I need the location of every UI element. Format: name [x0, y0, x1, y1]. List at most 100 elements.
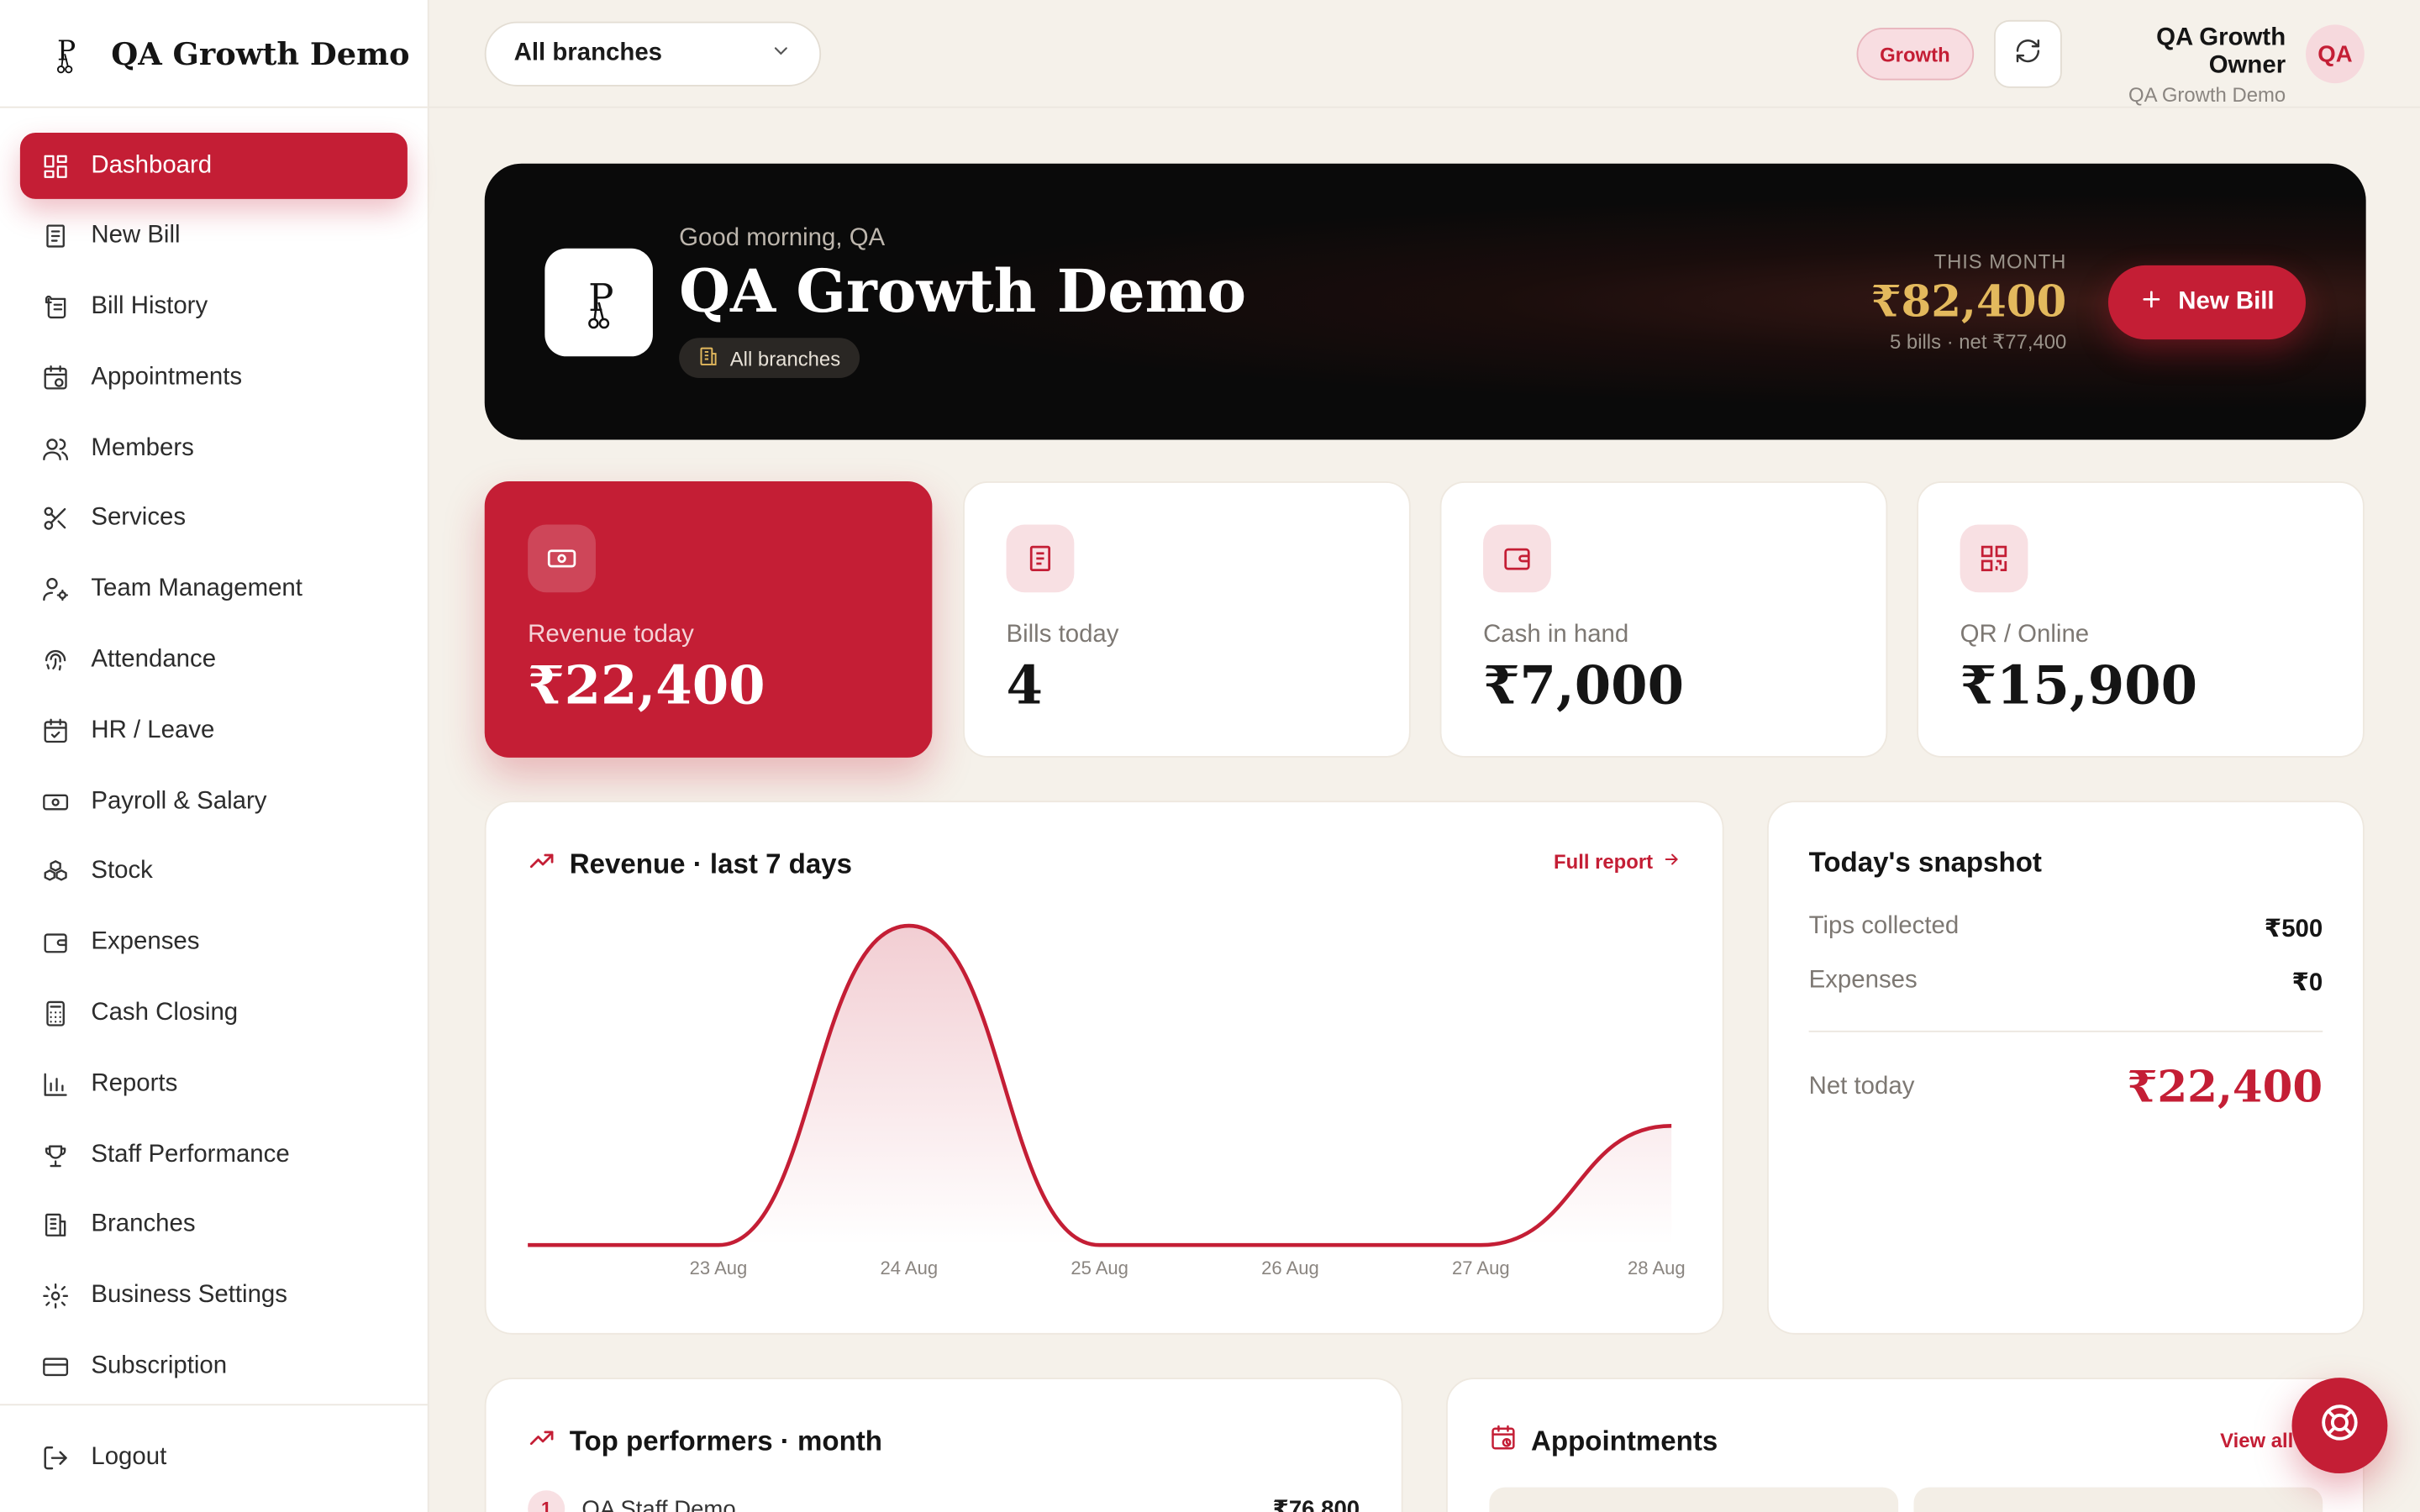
sidebar-item-team-management[interactable]: Team Management	[20, 557, 408, 623]
sidebar-item-new-bill[interactable]: New Bill	[20, 203, 408, 270]
revenue-title: Revenue · last 7 days	[569, 848, 853, 879]
revenue-point[interactable]	[518, 1236, 537, 1254]
users-icon	[42, 434, 70, 462]
sidebar-item-label: Services	[91, 505, 187, 532]
revenue-point[interactable]	[1471, 1236, 1490, 1254]
sidebar-item-dashboard[interactable]: Dashboard	[19, 132, 408, 199]
stat-revenue-today[interactable]: Revenue today ₹22,400	[484, 481, 933, 758]
help-button[interactable]	[2291, 1378, 2388, 1474]
branch-select[interactable]: All branches	[484, 21, 822, 87]
sidebar-item-services[interactable]: Services	[20, 486, 408, 553]
business-logo-icon: P	[544, 248, 653, 357]
scroll-icon	[42, 293, 70, 321]
branch-chip: All branches	[679, 338, 860, 378]
month-summary: THIS MONTH ₹82,400 5 bills · net ₹77,400	[1871, 250, 2067, 355]
stat-label: Revenue today	[528, 622, 694, 648]
calendar-clock-icon	[1489, 1424, 1517, 1459]
branch-chip-label: All branches	[729, 346, 841, 370]
sidebar-item-label: Payroll & Salary	[91, 787, 267, 815]
sidebar-item-label: Members	[91, 434, 194, 461]
snapshot-value: ₹500	[2264, 916, 2323, 943]
brand-name: QA Growth Demo	[111, 34, 410, 72]
appointments-title: Appointments	[1531, 1425, 1718, 1457]
avatar[interactable]: QA	[2306, 24, 2365, 84]
sidebar-item-bill-history[interactable]: Bill History	[20, 274, 408, 340]
stat-value: ₹22,400	[528, 655, 765, 718]
stat-cash-in-hand[interactable]: Cash in hand ₹7,000	[1439, 481, 1888, 758]
bar-chart-icon	[42, 1070, 70, 1098]
sidebar-item-expenses[interactable]: Expenses	[20, 910, 408, 976]
sidebar-item-members[interactable]: Members	[20, 415, 408, 481]
user-menu[interactable]: QA Growth Owner QA Growth Demo	[2081, 24, 2286, 106]
arrow-right-icon	[1662, 850, 1681, 874]
sidebar-item-cash-closing[interactable]: Cash Closing	[20, 980, 408, 1047]
wallet-icon	[1483, 524, 1551, 593]
month-amount: ₹82,400	[1870, 276, 2067, 328]
full-report-link[interactable]: Full report	[1554, 850, 1681, 874]
sidebar-item-appointments[interactable]: Appointments	[20, 344, 408, 411]
performer-name: QA Staff Demo	[581, 1495, 736, 1512]
hero-banner: P Good morning, QA QA Growth Demo All br…	[484, 163, 2366, 440]
view-all-link[interactable]: View all	[2220, 1429, 2293, 1452]
refresh-icon	[2014, 36, 2042, 71]
sidebar-item-label: HR / Leave	[91, 717, 215, 744]
fingerprint-icon	[42, 647, 70, 675]
sidebar-item-stock[interactable]: Stock	[20, 839, 408, 906]
sidebar-item-label: Bill History	[91, 293, 208, 320]
new-bill-label: New Bill	[2178, 288, 2275, 315]
divider	[1808, 1030, 2323, 1032]
sidebar-item-payroll-salary[interactable]: Payroll & Salary	[20, 769, 408, 835]
trending-up-icon	[528, 847, 555, 882]
sidebar-item-attendance[interactable]: Attendance	[20, 627, 408, 694]
wallet-icon	[42, 929, 70, 957]
sidebar-item-business-settings[interactable]: Business Settings	[20, 1263, 408, 1330]
dashboard-icon	[42, 152, 70, 180]
brand[interactable]: P QA Growth Demo	[0, 0, 428, 108]
new-bill-button[interactable]: New Bill	[2107, 265, 2307, 340]
x-tick-label: 26 Aug	[1261, 1257, 1319, 1278]
stat-value: ₹15,900	[1960, 655, 2198, 718]
banknote-icon	[42, 788, 70, 816]
performers-header: Top performers · month	[528, 1424, 882, 1459]
logout-section: Logout	[0, 1404, 428, 1512]
revenue-point[interactable]	[1662, 1116, 1681, 1135]
x-tick-label: 23 Aug	[690, 1257, 748, 1278]
snapshot-value: ₹0	[2291, 970, 2323, 997]
appointments-header: Appointments	[1489, 1424, 1718, 1459]
plan-badge[interactable]: Growth	[1856, 28, 1974, 81]
banknote-icon	[528, 524, 596, 593]
plus-icon	[2139, 286, 2164, 319]
revenue-point[interactable]	[709, 1236, 728, 1254]
logout-button[interactable]: Logout	[20, 1424, 408, 1490]
revenue-point[interactable]	[900, 916, 918, 935]
snapshot-row: Tips collected ₹500	[1809, 913, 2323, 944]
logout-label: Logout	[91, 1443, 167, 1470]
rank-badge: 1	[528, 1490, 566, 1512]
x-tick-label: 24 Aug	[881, 1257, 939, 1278]
user-org: QA Growth Demo	[2128, 83, 2286, 107]
appointment-tile[interactable]	[1489, 1487, 1899, 1512]
sidebar-item-reports[interactable]: Reports	[20, 1051, 408, 1117]
trending-up-icon	[528, 1424, 555, 1459]
performer-row[interactable]: 1 QA Staff Demo ₹76,800	[528, 1490, 1360, 1512]
revenue-header: Revenue · last 7 days	[528, 847, 852, 882]
user-cog-icon	[42, 576, 70, 604]
revenue-point[interactable]	[1281, 1236, 1299, 1254]
stat-bills-today[interactable]: Bills today 4	[963, 481, 1411, 758]
sidebar-item-label: New Bill	[91, 223, 181, 249]
refresh-button[interactable]	[1994, 19, 2062, 88]
user-name: QA Growth Owner	[2156, 24, 2286, 79]
month-sub: 5 bills · net ₹77,400	[1890, 330, 2067, 354]
sidebar-item-branches[interactable]: Branches	[20, 1193, 408, 1259]
stat-qr-online[interactable]: QR / Online ₹15,900	[1917, 481, 2365, 758]
sidebar-item-hr-leave[interactable]: HR / Leave	[20, 698, 408, 764]
hero-title: QA Growth Demo	[679, 255, 1247, 326]
sidebar-item-subscription[interactable]: Subscription	[20, 1334, 408, 1400]
snapshot-label: Expenses	[1808, 967, 1918, 994]
revenue-point[interactable]	[1091, 1236, 1109, 1254]
sidebar-item-staff-performance[interactable]: Staff Performance	[20, 1122, 408, 1189]
credit-card-icon	[42, 1353, 70, 1381]
qr-code-icon	[1960, 524, 2028, 593]
appointment-tile[interactable]	[1913, 1487, 2323, 1512]
net-label: Net today	[1808, 1073, 1915, 1100]
